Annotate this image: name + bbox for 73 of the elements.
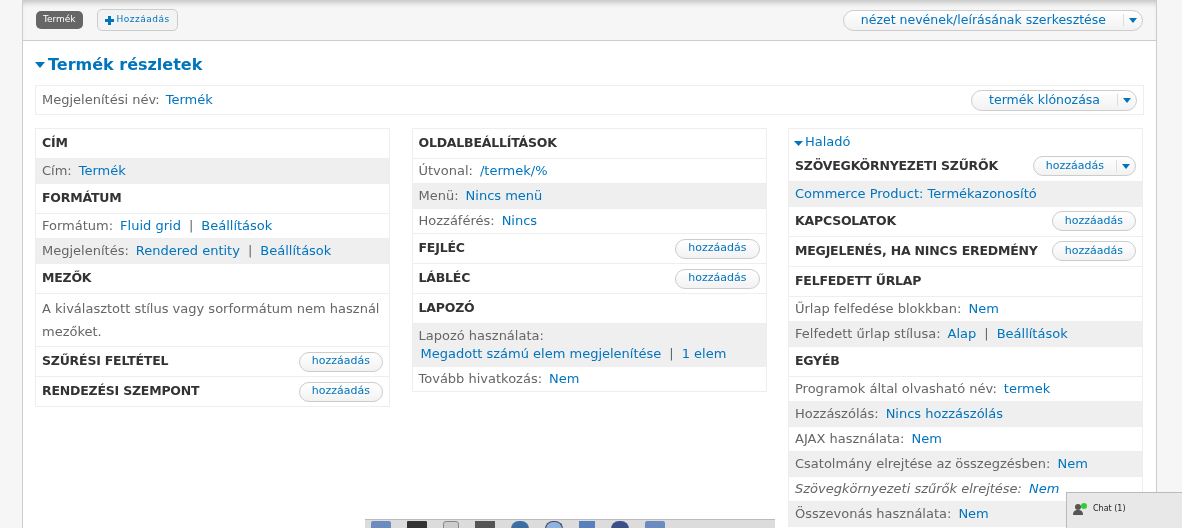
section-heading: MEZŐK xyxy=(42,269,92,288)
setting-link[interactable]: /termek/% xyxy=(479,162,548,180)
add-button[interactable]: hozzáadás xyxy=(1051,211,1136,231)
section-heading: OLDALBEÁLLÍTÁSOK xyxy=(418,134,557,153)
setting-link[interactable]: Nincs hozzászólás xyxy=(885,404,1003,423)
setting-link[interactable]: 1 elem xyxy=(681,345,727,363)
help-text: A kiválasztott stílus vagy sorformátum nem használ mezőket. xyxy=(42,300,381,341)
edit-view-button[interactable]: nézet nevének/leírásának szerkesztése xyxy=(842,9,1143,31)
setting-link[interactable]: Nem xyxy=(958,504,989,523)
setting-link[interactable]: Rendered entity xyxy=(135,242,240,260)
add-button[interactable]: hozzáadás xyxy=(1032,156,1136,176)
add-display-button[interactable]: Hozzáadás xyxy=(96,9,178,31)
setting-label: Formátum: xyxy=(42,217,114,235)
setting-label: Útvonal: xyxy=(418,162,473,180)
section-heading: FORMÁTUM xyxy=(42,189,122,208)
section-heading: FELFEDETT ŰRLAP xyxy=(795,271,922,290)
setting-link[interactable]: Alap xyxy=(947,324,977,343)
setting-link[interactable]: Nem xyxy=(911,429,942,448)
section-heading: EGYÉB xyxy=(795,351,840,370)
setting-link[interactable]: Nem xyxy=(549,370,580,388)
setting-link[interactable]: Nem xyxy=(968,299,999,318)
chat-label: Chat (1) xyxy=(1093,503,1126,515)
section-heading: CÍM xyxy=(42,134,68,153)
section-heading: FEJLÉC xyxy=(418,239,465,258)
chat-widget[interactable]: Chat (1) xyxy=(1066,492,1182,528)
setting-link[interactable]: Beállítások xyxy=(996,324,1068,343)
setting-link[interactable]: Termék xyxy=(78,162,126,180)
setting-label: Cím: xyxy=(42,162,72,180)
setting-link[interactable]: Nincs menü xyxy=(465,187,543,205)
clone-button[interactable]: termék klónozása xyxy=(971,89,1137,111)
add-button[interactable]: hozzáadás xyxy=(1051,241,1136,261)
setting-label: Felfedett űrlap stílusa: xyxy=(795,324,941,343)
setting-link[interactable]: Nincs xyxy=(501,212,538,230)
setting-label: Összevonás használata: xyxy=(795,504,952,523)
setting-label: Szövegkörnyezeti szűrők elrejtése: xyxy=(795,479,1022,498)
setting-label: Programok által olvasható név: xyxy=(795,379,997,398)
section-heading: LÁBLÉC xyxy=(418,269,471,288)
setting-link[interactable]: Commerce Product: Termékazonosító xyxy=(795,184,1037,203)
setting-link[interactable]: Beállítások xyxy=(201,217,273,235)
section-heading: LAPOZÓ xyxy=(418,299,475,318)
advanced-toggle[interactable]: Haladó xyxy=(805,132,851,152)
setting-link[interactable]: Beállítások xyxy=(260,242,332,260)
setting-link[interactable]: Nem xyxy=(1029,479,1060,498)
setting-link[interactable]: Fluid grid xyxy=(120,217,181,235)
setting-label: Űrlap felfedése blokkban: xyxy=(795,299,962,318)
setting-label: Menü: xyxy=(418,187,459,205)
setting-label: Hozzászólás: xyxy=(795,404,879,423)
setting-label: Csatolmány elrejtése az összegzésben: xyxy=(795,454,1051,473)
setting-label: Tovább hivatkozás: xyxy=(418,370,543,388)
section-heading: MEGJELENÉS, HA NINCS EREDMÉNY xyxy=(795,241,1038,260)
separator: | xyxy=(188,217,194,235)
add-button[interactable]: hozzáadás xyxy=(298,351,383,372)
setting-link[interactable]: termek xyxy=(1003,379,1051,398)
display-name-label: Megjelenítési név: xyxy=(42,91,160,110)
display-name-link[interactable]: Termék xyxy=(165,90,213,110)
section-heading: KAPCSOLATOK xyxy=(795,211,896,230)
separator: | xyxy=(669,345,674,363)
setting-link[interactable]: Nem xyxy=(1057,454,1088,473)
setting-label: Megjelenítés: xyxy=(42,242,129,260)
add-button[interactable]: hozzáadás xyxy=(298,381,383,402)
add-button[interactable]: hozzáadás xyxy=(675,268,760,289)
separator: | xyxy=(247,242,253,260)
display-tab[interactable]: Termék xyxy=(36,11,83,29)
setting-label: AJAX használata: xyxy=(795,429,905,448)
section-heading: SZÖVEGKÖRNYEZETI SZŰRŐK xyxy=(795,156,998,175)
setting-label: Lapozó használata: xyxy=(418,327,545,345)
section-heading: SZŰRÉSI FELTÉTEL xyxy=(42,352,169,371)
setting-label: Hozzáférés: xyxy=(418,212,495,230)
setting-link[interactable]: Megadott számú elem megjelenítése xyxy=(420,345,662,363)
separator: | xyxy=(984,324,989,343)
section-title[interactable]: Termék részletek xyxy=(48,53,203,77)
section-heading: RENDEZÉSI SZEMPONT xyxy=(42,382,200,401)
add-button[interactable]: hozzáadás xyxy=(675,238,760,259)
